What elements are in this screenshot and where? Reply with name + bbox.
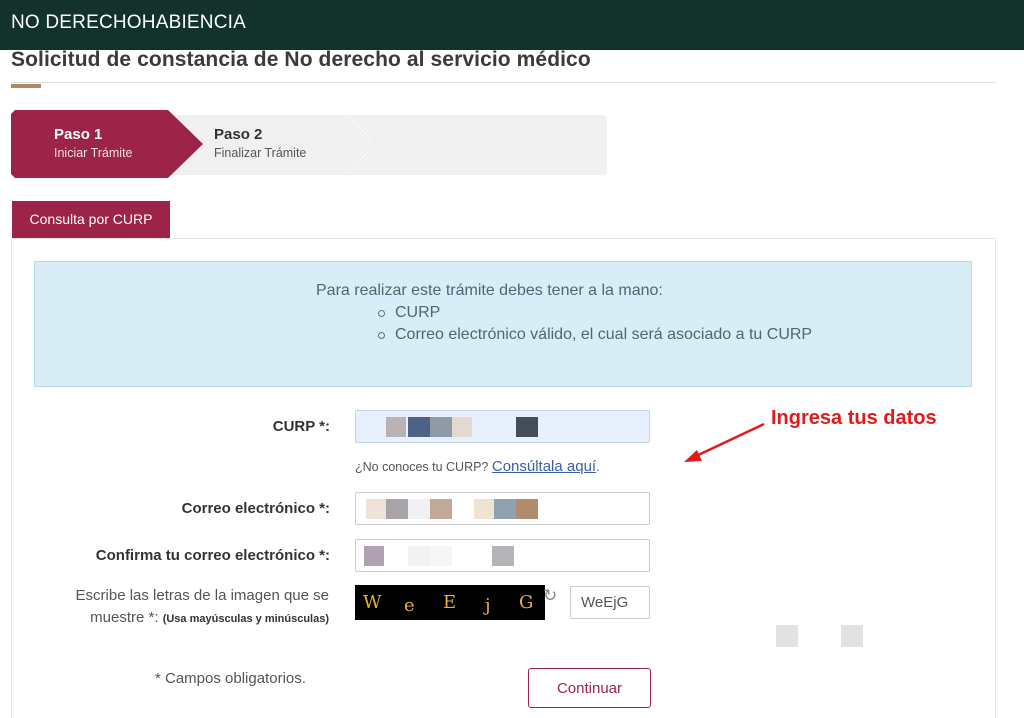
step-2-title: Paso 2 xyxy=(214,126,263,143)
captcha-letter: W xyxy=(363,592,382,613)
step-2-subtitle: Finalizar Trámite xyxy=(214,146,307,160)
consultala-link[interactable]: Consúltala aquí xyxy=(492,458,596,475)
captcha-letter: j xyxy=(485,595,491,616)
captcha-input[interactable] xyxy=(570,586,650,619)
title-divider xyxy=(11,82,996,83)
curp-help: ¿No conoces tu CURP? Consúltala aquí. xyxy=(355,458,600,475)
captcha-letter: G xyxy=(519,592,534,613)
info-list: CURP Correo electrónico válido, el cual … xyxy=(373,302,812,346)
redaction-block xyxy=(430,546,452,566)
curp-input[interactable] xyxy=(355,410,650,443)
info-intro: Para realizar este trámite debes tener a… xyxy=(316,282,663,299)
step-1-shape xyxy=(11,110,203,178)
redaction-block xyxy=(408,499,430,519)
faded-placeholder xyxy=(776,625,798,647)
step-1-subtitle: Iniciar Trámite xyxy=(54,146,133,160)
redaction-block xyxy=(386,417,406,437)
email-confirm-label: Confirma tu correo electrónico *: xyxy=(95,547,330,564)
step-2-divider xyxy=(344,113,376,175)
redaction-block xyxy=(516,417,538,437)
curp-help-text: ¿No conoces tu CURP? xyxy=(355,460,492,474)
continue-button[interactable]: Continuar xyxy=(528,668,651,708)
redaction-block xyxy=(408,417,430,437)
email-input[interactable] xyxy=(355,492,650,525)
captcha-label: Escribe las letras de la imagen que se m… xyxy=(20,585,329,630)
step-2-divider-line xyxy=(345,114,374,174)
stepper: Paso 1 Iniciar Trámite Paso 2 Finalizar … xyxy=(11,110,607,178)
captcha-image: W e E j G xyxy=(355,585,545,620)
required-note: * Campos obligatorios. xyxy=(155,670,306,687)
tab-consulta-curp[interactable]: Consulta por CURP xyxy=(12,201,170,238)
redaction-block xyxy=(494,499,516,519)
title-accent-bar xyxy=(11,84,41,88)
redaction-block xyxy=(452,417,472,437)
step-1-title: Paso 1 xyxy=(54,126,103,143)
info-alert: Para realizar este trámite debes tener a… xyxy=(34,261,972,387)
refresh-icon[interactable]: ↻ xyxy=(543,586,557,606)
info-item-curp: CURP xyxy=(373,302,812,324)
annotation-label: Ingresa tus datos xyxy=(771,407,937,429)
app-header: NO DERECHOHABIENCIA xyxy=(0,0,1024,50)
faded-placeholder xyxy=(841,625,863,647)
captcha-note: (Usa mayúsculas y minúsculas) xyxy=(162,613,329,625)
redaction-block xyxy=(492,546,514,566)
curp-help-suffix: . xyxy=(596,460,600,474)
redaction-block xyxy=(516,499,538,519)
stepper-arrows xyxy=(11,110,376,178)
header-title: NO DERECHOHABIENCIA xyxy=(11,12,247,33)
redaction-block xyxy=(366,499,386,519)
redaction-block xyxy=(386,499,408,519)
redaction-block xyxy=(474,499,494,519)
email-label: Correo electrónico *: xyxy=(181,500,330,517)
captcha-letter: e xyxy=(404,595,415,616)
redaction-block xyxy=(430,499,452,519)
redaction-block xyxy=(408,546,430,566)
page-title: Solicitud de constancia de No derecho al… xyxy=(11,48,591,71)
email-confirm-input[interactable] xyxy=(355,539,650,572)
info-item-email: Correo electrónico válido, el cual será … xyxy=(373,324,812,346)
curp-label: CURP *: xyxy=(272,418,330,435)
captcha-letter: E xyxy=(443,592,457,613)
redaction-block xyxy=(364,546,384,566)
redaction-block xyxy=(430,417,452,437)
